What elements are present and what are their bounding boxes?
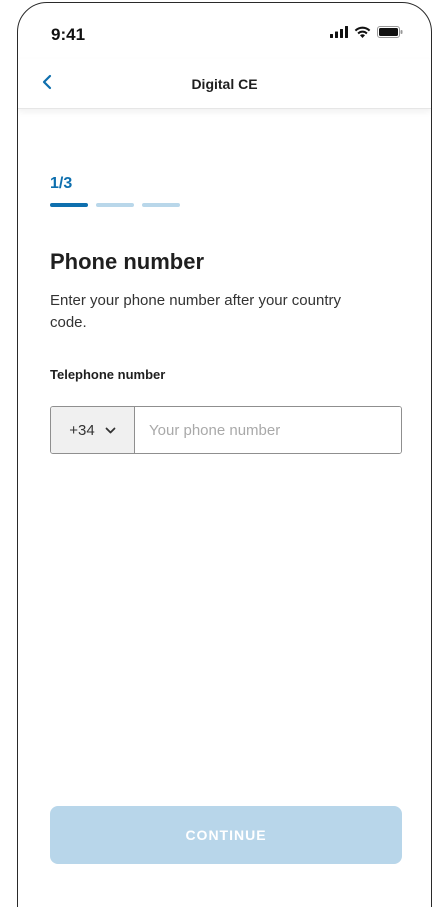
- country-code-select[interactable]: +34: [51, 407, 135, 453]
- phone-number-input[interactable]: [135, 407, 401, 453]
- step-bar-1: [50, 203, 88, 207]
- phone-input-group: +34: [50, 406, 402, 454]
- status-icons: [330, 26, 403, 38]
- chevron-down-icon: [105, 421, 116, 439]
- battery-icon: [377, 26, 403, 38]
- step-bar-3: [142, 203, 180, 207]
- step-bar-2: [96, 203, 134, 207]
- page-title: Phone number: [50, 249, 205, 274]
- country-code-value: +34: [69, 421, 95, 439]
- status-bar: 9:41: [18, 3, 431, 59]
- continue-button[interactable]: CONTINUE: [50, 806, 402, 864]
- status-time: 9:41: [51, 25, 86, 44]
- wifi-icon: [354, 26, 371, 38]
- phone-frame: 9:41 Digital CE 1/3 Phone number Enter y…: [17, 2, 432, 907]
- step-counter: 1/3: [50, 175, 73, 192]
- nav-bar: Digital CE: [18, 59, 431, 109]
- telephone-field-label: Telephone number: [50, 367, 166, 382]
- page-description: Enter your phone number after your count…: [50, 292, 341, 331]
- signal-icon: [330, 26, 348, 38]
- nav-title: Digital CE: [191, 76, 258, 92]
- step-progress: [50, 203, 180, 207]
